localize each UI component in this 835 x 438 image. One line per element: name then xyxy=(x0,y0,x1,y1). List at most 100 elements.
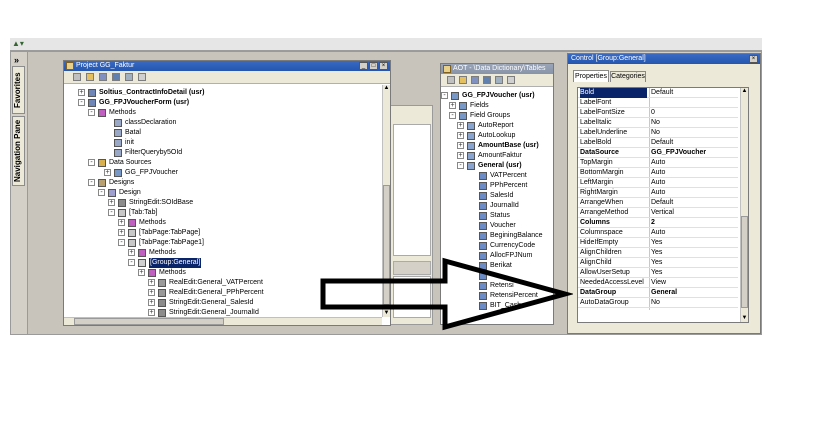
project-tree-node[interactable]: - Designs xyxy=(64,178,382,188)
aot-tree-node[interactable]: PPhPercent xyxy=(441,181,553,191)
expand-icon[interactable]: + xyxy=(457,142,464,149)
expand-icon[interactable]: + xyxy=(78,89,85,96)
scroll-up-arrow[interactable]: ▲ xyxy=(383,85,390,92)
collapse-icon[interactable]: - xyxy=(78,99,85,106)
aot-tree-node[interactable]: + AmountBase (usr) xyxy=(441,141,553,151)
property-row[interactable]: AlignChildren Yes xyxy=(578,248,738,258)
properties-scroll-down-arrow[interactable]: ▼ xyxy=(741,315,748,322)
expand-icon[interactable]: + xyxy=(148,299,155,306)
property-row[interactable]: DataGroup General xyxy=(578,288,738,298)
collapse-icon[interactable]: - xyxy=(88,179,95,186)
expand-icon[interactable]: + xyxy=(128,249,135,256)
aot-tree-node[interactable]: Voucher xyxy=(441,221,553,231)
collapse-icon[interactable]: - xyxy=(449,112,456,119)
aot-new-icon[interactable] xyxy=(447,76,455,84)
expand-icon[interactable]: + xyxy=(108,199,115,206)
aot-tree-node[interactable]: JournalId xyxy=(441,201,553,211)
project-tree-node[interactable]: + StringEdit:SOIdBase xyxy=(64,198,382,208)
property-row[interactable]: AlignChild Yes xyxy=(578,258,738,268)
property-value[interactable]: General xyxy=(651,288,737,298)
property-value[interactable]: View xyxy=(651,278,737,288)
collapse-icon[interactable]: - xyxy=(88,159,95,166)
project-tree-node[interactable]: Batal xyxy=(64,128,382,138)
property-value[interactable]: Default xyxy=(651,198,737,208)
property-value[interactable]: No xyxy=(651,118,737,128)
collapse-icon[interactable]: - xyxy=(457,162,464,169)
properties-window-titlebar[interactable]: Control [Group:General] × xyxy=(568,54,760,64)
tab-favorites[interactable]: Favorites xyxy=(12,66,25,114)
aot-tree-node[interactable]: CurrencyCode xyxy=(441,241,553,251)
property-row[interactable]: LeftMargin Auto xyxy=(578,178,738,188)
collapse-icon[interactable]: - xyxy=(108,209,115,216)
expand-icon[interactable]: + xyxy=(118,219,125,226)
expand-icon[interactable]: + xyxy=(118,229,125,236)
aot-refresh-icon[interactable] xyxy=(495,76,503,84)
properties-scroll-thumb[interactable] xyxy=(741,216,748,308)
aot-tree-node[interactable]: SalesId xyxy=(441,191,553,201)
expand-icon[interactable]: + xyxy=(449,102,456,109)
collapse-icon[interactable]: - xyxy=(441,92,448,99)
property-row[interactable]: Columnspace Auto xyxy=(578,228,738,238)
aot-tree-node[interactable]: Status xyxy=(441,211,553,221)
project-tree-node[interactable]: - GG_FPJVoucherForm (usr) xyxy=(64,98,382,108)
aot-window-titlebar[interactable]: AOT - \Data Dictionary\Tables xyxy=(441,64,553,74)
project-tree-node[interactable]: + Soltius_ContractInfoDetail (usr) xyxy=(64,88,382,98)
property-row[interactable]: Bold Default xyxy=(578,88,738,98)
property-row[interactable]: AutoDataGroup No xyxy=(578,298,738,308)
expand-icon[interactable]: + xyxy=(148,309,155,316)
property-value[interactable]: 0 xyxy=(651,108,737,118)
collapse-icon[interactable]: - xyxy=(98,189,105,196)
property-value[interactable]: GG_FPJVoucher xyxy=(651,148,737,158)
project-tree-node[interactable]: - [Tab:Tab] xyxy=(64,208,382,218)
property-row[interactable]: ArrangeWhen Default xyxy=(578,198,738,208)
project-tree-node[interactable]: + [TabPage:TabPage] xyxy=(64,228,382,238)
project-tree-node[interactable]: - Design xyxy=(64,188,382,198)
property-value[interactable]: Vertical xyxy=(651,208,737,218)
app-menu-icon[interactable]: ▲▾ xyxy=(12,39,24,48)
project-tree-node[interactable]: - Data Sources xyxy=(64,158,382,168)
property-value[interactable]: Default xyxy=(651,138,737,148)
expand-icon[interactable]: + xyxy=(104,169,111,176)
compile-icon[interactable] xyxy=(112,73,120,81)
aot-tree-node[interactable]: + AmountFaktur xyxy=(441,151,553,161)
property-value[interactable]: Yes xyxy=(651,258,737,268)
property-value[interactable]: Auto xyxy=(651,228,737,238)
project-tree-node[interactable]: - [TabPage:TabPage1] xyxy=(64,238,382,248)
save-icon[interactable] xyxy=(99,73,107,81)
property-row[interactable]: RightMargin Auto xyxy=(578,188,738,198)
properties-vertical-scrollbar[interactable]: ▲ ▼ xyxy=(740,88,748,322)
property-row[interactable]: AllowUserSetup Yes xyxy=(578,268,738,278)
property-row[interactable]: ArrangeMethod Vertical xyxy=(578,208,738,218)
project-tree-node[interactable]: + Methods xyxy=(64,218,382,228)
properties-scroll-up-arrow[interactable]: ▲ xyxy=(741,88,748,95)
minimize-button[interactable]: _ xyxy=(359,62,368,70)
property-value[interactable]: Default xyxy=(651,88,737,98)
property-value[interactable]: Auto xyxy=(651,178,737,188)
open-icon[interactable] xyxy=(86,73,94,81)
aot-compile-icon[interactable] xyxy=(483,76,491,84)
property-row[interactable]: LabelBold Default xyxy=(578,138,738,148)
property-row[interactable]: LabelItalic No xyxy=(578,118,738,128)
property-row[interactable]: BottomMargin Auto xyxy=(578,168,738,178)
properties-close-button[interactable]: × xyxy=(749,55,758,63)
property-row[interactable]: LabelFont xyxy=(578,98,738,108)
property-value[interactable]: Auto xyxy=(651,158,737,168)
property-row[interactable]: HideIfEmpty Yes xyxy=(578,238,738,248)
expand-icon[interactable]: + xyxy=(148,279,155,286)
property-value[interactable]: Yes xyxy=(651,248,737,258)
expand-icon[interactable]: + xyxy=(148,289,155,296)
aot-tree-node[interactable]: + Fields xyxy=(441,101,553,111)
close-button[interactable]: × xyxy=(379,62,388,70)
refresh-icon[interactable] xyxy=(125,73,133,81)
property-value[interactable]: No xyxy=(651,128,737,138)
property-value[interactable]: Auto xyxy=(651,188,737,198)
project-tree-node[interactable]: init xyxy=(64,138,382,148)
property-row[interactable]: LabelUnderline No xyxy=(578,128,738,138)
project-tree-node[interactable]: - Methods xyxy=(64,108,382,118)
project-tree-node[interactable]: FilterQueryby5OId xyxy=(64,148,382,158)
property-value[interactable]: No xyxy=(651,298,737,308)
expand-icon[interactable]: + xyxy=(457,132,464,139)
tab-navigation-pane[interactable]: Navigation Pane xyxy=(12,116,25,186)
properties-tab-properties[interactable]: Properties xyxy=(573,70,609,82)
property-row[interactable]: NeededAccessLevel View xyxy=(578,278,738,288)
